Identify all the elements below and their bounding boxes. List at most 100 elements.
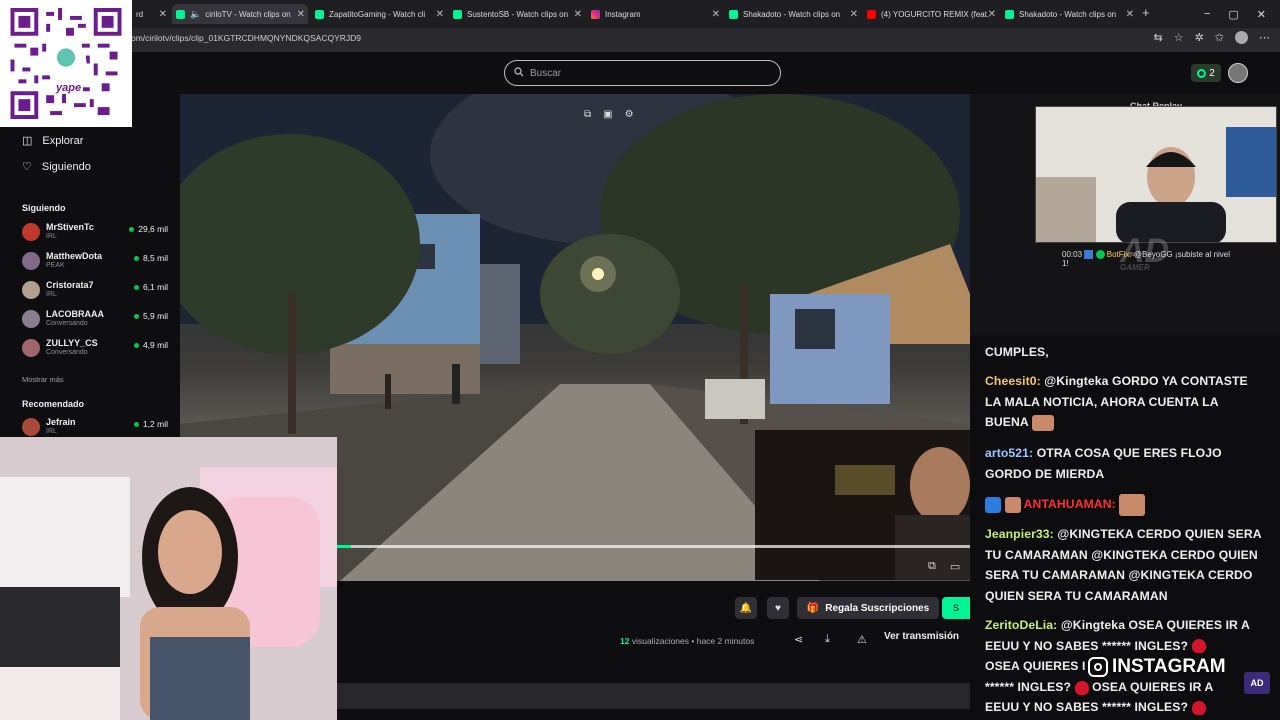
browser-tab[interactable]: ZapatitoGaming - Watch cli ✕ (311, 4, 447, 24)
chat-message: Cheesit0: @Kingteka GORDO YA CONTASTE LA… (985, 371, 1265, 433)
miniplayer-icon[interactable]: ⧉ (928, 560, 936, 573)
close-tab-icon[interactable]: ✕ (712, 9, 720, 20)
browser-tab[interactable]: Shakadoto - Watch clips on ✕ (1001, 4, 1137, 24)
theater-mode-icon[interactable]: ▣ (603, 109, 612, 120)
viewer-count: 4,9 mil (134, 340, 168, 350)
bookmark-star-icon[interactable]: ☆ (1174, 31, 1184, 44)
address-bar-icons: ⇆ ☆ ✲ ✩ ⋯ (1153, 31, 1270, 44)
chat-username[interactable]: Cheesit0: (985, 374, 1041, 388)
avatar (22, 418, 40, 436)
report-icon[interactable]: ⚠ (857, 633, 867, 646)
close-tab-icon[interactable]: ✕ (988, 9, 996, 20)
close-window-button[interactable]: ✕ (1257, 8, 1266, 21)
translate-icon[interactable]: ⇆ (1153, 31, 1162, 44)
emote-icon (1031, 414, 1054, 431)
close-tab-icon[interactable]: ✕ (1126, 9, 1134, 20)
heart-icon: ♡ (22, 161, 32, 173)
browser-tab-active[interactable]: 🔈 ciriloTV - Watch clips on ✕ (172, 4, 308, 24)
yape-logo-text: yape (54, 82, 84, 94)
tab-label: Shakadoto - Watch clips on (743, 9, 841, 19)
new-tab-button[interactable]: + (1142, 5, 1150, 20)
host-webcam (1035, 106, 1277, 243)
tab-label: SustentoSB - Watch clips on (467, 9, 569, 19)
profile-icon[interactable] (1235, 31, 1248, 44)
settings-icon[interactable]: ⚙ (625, 109, 634, 120)
follow-label: S (952, 603, 959, 613)
sidebar-channel-mrstiventc[interactable]: MrStivenTc IRL 29,6 mil (22, 221, 170, 245)
close-tab-icon[interactable]: ✕ (850, 9, 858, 20)
browser-tab[interactable]: Shakadoto - Watch clips on ✕ (725, 4, 861, 24)
favorites-icon[interactable]: ✩ (1215, 31, 1224, 44)
url-text[interactable]: om/cirilotv/clips/clip_01KGTRCDHMQNYNDKQ… (131, 33, 361, 43)
chat-message: ANTAHUAMAN: (985, 494, 1265, 516)
picture-in-picture-icon[interactable]: ⧉ (584, 109, 591, 120)
chat-text: OSEA QUIERES I (985, 659, 1086, 673)
clip-views-info: 12 visualizaciones • hace 2 minutos (620, 636, 754, 646)
tab-label: (4) YOGURCITO REMIX (feat. (881, 9, 990, 19)
chat-username[interactable]: Jeanpier33: (985, 527, 1054, 541)
chat-message: CUMPLES, (985, 342, 1265, 363)
kick-coin-icon (1197, 68, 1207, 78)
kick-icon (1005, 9, 1014, 19)
sidebar-channel-zullyy-cs[interactable]: ZULLYY_CS Conversando 4,9 mil (22, 337, 170, 361)
like-button[interactable]: ♥ (767, 597, 789, 619)
chat-username[interactable]: ZeritoDeLia: (985, 618, 1057, 632)
video-progress-bar[interactable] (337, 545, 970, 548)
download-icon[interactable]: ⤓ (825, 633, 830, 646)
avatar (22, 252, 40, 270)
video-top-controls: ⧉ ▣ ⚙ (584, 109, 634, 120)
search-placeholder: Buscar (530, 67, 562, 79)
sidebar-item-label: Explorar (42, 134, 84, 147)
kick-icon (176, 9, 185, 19)
chat-username[interactable]: ANTAHUAMAN: (1024, 497, 1116, 511)
kick-icon (729, 9, 738, 19)
sidebar-channel-matthewdota[interactable]: MatthewDota PEAK 8,5 mil (22, 250, 170, 274)
close-tab-icon[interactable]: ✕ (159, 9, 167, 20)
restore-button[interactable]: ▢ (1228, 8, 1238, 21)
instagram-watermark: INSTAGRAM (1088, 656, 1226, 678)
youtube-icon (867, 9, 876, 19)
browser-tab[interactable]: (4) YOGURCITO REMIX (feat. ✕ (863, 4, 999, 24)
chat-text: CUMPLES, (985, 345, 1049, 359)
browser-tab[interactable]: SustentoSB - Watch clips on ✕ (449, 4, 585, 24)
notifications-bell-button[interactable]: 🔔 (735, 597, 757, 619)
yape-qr-code (0, 0, 132, 127)
follow-button[interactable]: S (942, 597, 970, 619)
fullscreen-icon[interactable]: ▭ (950, 560, 960, 573)
channel-name: Cristorata7 (46, 280, 94, 290)
chat-overlay-message: 00:03 BotFix: @BeyoGG ¡subiste al nivel … (1062, 250, 1262, 268)
user-avatar[interactable] (1228, 63, 1248, 83)
chat-message: Jeanpier33: @KINGTEKA CERDO QUIEN SERA T… (985, 524, 1265, 606)
minimize-button[interactable]: − (1204, 8, 1210, 20)
tab-label: Instagram (605, 9, 641, 19)
speaker-icon[interactable]: 🔈 (190, 9, 201, 20)
channel-category: Conversando (46, 349, 88, 356)
close-tab-icon[interactable]: ✕ (574, 9, 582, 20)
viewer-count: 5,9 mil (134, 311, 168, 321)
sidebar-channel-lacobraaa[interactable]: LACOBRAAA Conversando 5,9 mil (22, 308, 170, 332)
notifications-button[interactable]: 2 (1191, 64, 1221, 82)
badge-icon (1084, 250, 1094, 260)
search-input[interactable]: Buscar (504, 60, 781, 86)
browser-tab[interactable]: Instagram ✕ (587, 4, 723, 24)
close-tab-icon[interactable]: ✕ (436, 9, 444, 20)
channel-name: LACOBRAAA (46, 309, 104, 319)
gift-subscriptions-button[interactable]: 🎁 Regala Suscripciones (797, 597, 939, 619)
chat-username[interactable]: arto521: (985, 446, 1033, 460)
avatar (22, 339, 40, 357)
sidebar-item-explorar[interactable]: ◫ Explorar (22, 134, 84, 148)
channel-name: MatthewDota (46, 251, 102, 261)
menu-icon[interactable]: ⋯ (1259, 31, 1270, 44)
watch-stream-button[interactable]: Ver transmisión (884, 631, 959, 642)
close-tab-icon[interactable]: ✕ (297, 9, 305, 20)
share-icon[interactable]: ⋖ (794, 633, 803, 646)
show-more-link[interactable]: Mostrar más (22, 375, 64, 384)
chat-username: BotFix: (1106, 250, 1132, 259)
channel-name: MrStivenTc (46, 222, 94, 232)
sidebar-channel-cristorata7[interactable]: Cristorata7 IRL 6,1 mil (22, 279, 170, 303)
extensions-icon[interactable]: ✲ (1195, 31, 1204, 44)
channel-name: ZULLYY_CS (46, 338, 98, 348)
chat-message: ZeritoDeLia: @Kingteka OSEA QUIERES IR A… (985, 615, 1265, 656)
browser-tab[interactable]: rd ✕ (132, 4, 170, 24)
sidebar-item-siguiendo[interactable]: ♡ Siguiendo (22, 160, 91, 174)
